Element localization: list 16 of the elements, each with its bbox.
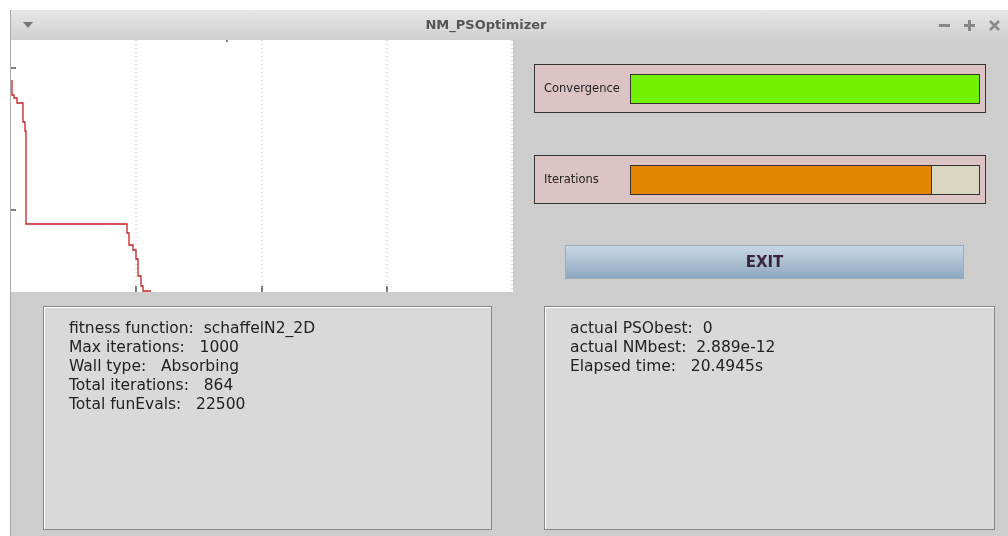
info-line: Wall type: Absorbing xyxy=(69,357,240,376)
meter-label: Convergence xyxy=(544,79,621,97)
info-line: actual NMbest: 2.889e-12 xyxy=(570,338,776,357)
minimize-icon[interactable] xyxy=(939,23,950,27)
info-line: actual PSObest: 0 xyxy=(570,319,713,338)
maximize-icon[interactable] xyxy=(964,19,975,31)
exit-button[interactable]: EXIT xyxy=(565,245,964,279)
info-line: Max iterations: 1000 xyxy=(69,338,239,357)
window-title: NM_PSOptimizer xyxy=(424,16,548,35)
info-line: fitness function: schaffelN2_2D xyxy=(69,319,316,338)
menu-icon[interactable] xyxy=(23,22,33,28)
close-icon[interactable] xyxy=(989,19,1000,31)
meter-label: Iterations xyxy=(544,170,600,188)
info-line: Total funEvals: 22500 xyxy=(69,395,246,414)
info-line: Total iterations: 864 xyxy=(69,376,234,395)
info-line: Elapsed time: 20.4945s xyxy=(570,357,763,376)
